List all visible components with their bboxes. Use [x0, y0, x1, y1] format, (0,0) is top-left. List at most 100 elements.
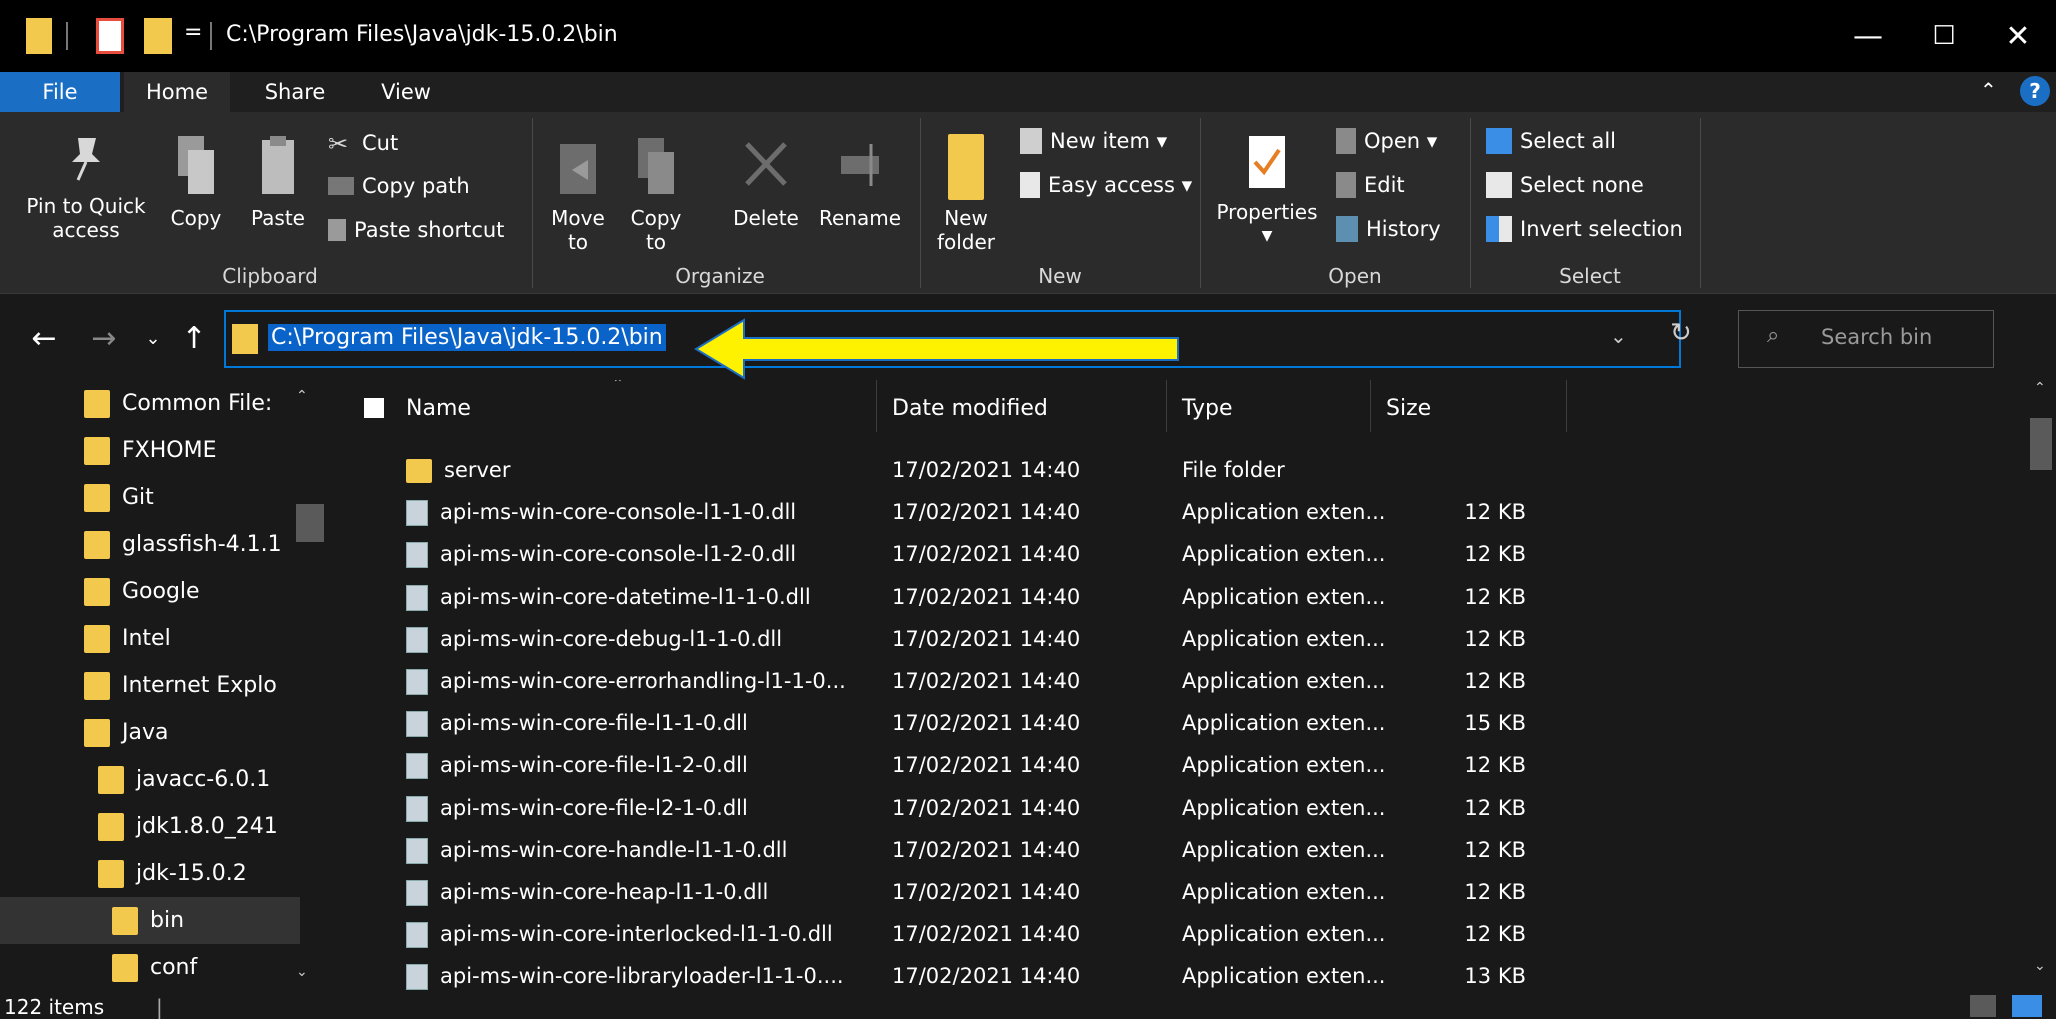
column-header-size[interactable]: Size [1386, 380, 1431, 436]
scroll-down-icon[interactable]: ⌄ [2034, 958, 2046, 974]
paste-shortcut-button[interactable]: Paste shortcut [328, 218, 504, 242]
group-separator [1700, 118, 1701, 288]
collapse-ribbon-icon[interactable]: ⌃ [1980, 78, 1997, 102]
nav-item-glassfish-4-1-1[interactable]: glassfish-4.1.1 [0, 521, 300, 568]
select-none-button[interactable]: Select none [1486, 172, 1644, 198]
new-folder-button[interactable]: New folder [926, 134, 1006, 254]
help-icon[interactable]: ? [2020, 76, 2050, 106]
table-row[interactable]: api-ms-win-core-datetime-l1-1-0.dll 17/02… [330, 577, 2026, 619]
nav-item-conf[interactable]: conf [0, 944, 300, 991]
nav-item-java[interactable]: Java [0, 709, 300, 756]
file-date: 17/02/2021 14:40 [892, 795, 1081, 820]
forward-icon[interactable]: → [84, 318, 124, 358]
pin-to-quick-access-button[interactable]: Pin to Quick access [16, 134, 156, 242]
column-separator[interactable] [1166, 380, 1167, 432]
invert-selection-button[interactable]: Invert selection [1486, 216, 1683, 242]
file-type: Application exten... [1182, 922, 1386, 947]
file-type: Application exten... [1182, 753, 1386, 778]
column-separator[interactable] [1566, 380, 1567, 432]
search-input[interactable]: ⌕ Search bin [1738, 310, 1994, 368]
properties-button[interactable]: Properties ▼ [1212, 134, 1322, 248]
tab-share[interactable]: Share [240, 72, 350, 112]
folder-icon [84, 577, 110, 606]
table-row[interactable]: api-ms-win-core-console-l1-2-0.dll 17/02/… [330, 534, 2026, 576]
large-icons-view-icon[interactable] [2012, 995, 2042, 1017]
tab-home[interactable]: Home [124, 72, 230, 112]
nav-tree: Common File: FXHOME Git glassfish-4.1.1 Goog… [0, 380, 300, 991]
scroll-up-icon[interactable]: ⌃ [2034, 380, 2046, 396]
copy-path-button[interactable]: Copy path [328, 174, 470, 198]
copy-to-button[interactable]: Copy to [626, 134, 686, 254]
new-item-button[interactable]: New item ▾ [1020, 128, 1167, 154]
column-header-name[interactable]: Name [406, 380, 471, 436]
maximize-button[interactable]: ☐ [1908, 10, 1980, 62]
move-to-button[interactable]: Move to [548, 134, 608, 254]
table-row[interactable]: api-ms-win-core-debug-l1-1-0.dll 17/02/20… [330, 619, 2026, 661]
qat-dropdown-icon[interactable]: = [184, 20, 202, 45]
file-name-cell: api-ms-win-core-debug-l1-1-0.dll [406, 626, 782, 653]
select-all-checkbox[interactable] [364, 398, 384, 418]
close-button[interactable]: ✕ [1982, 10, 2054, 62]
table-row[interactable]: api-ms-win-core-libraryloader-l1-1-0....… [330, 956, 2026, 995]
open-button[interactable]: Open ▾ [1336, 128, 1437, 154]
select-all-button[interactable]: Select all [1486, 128, 1616, 154]
table-row[interactable]: api-ms-win-core-file-l2-1-0.dll 17/02/202… [330, 788, 2026, 830]
copy-button[interactable]: Copy [164, 134, 228, 230]
new-folder-quick-icon[interactable] [144, 18, 172, 54]
address-dropdown-icon[interactable]: ⌄ [1610, 324, 1627, 348]
easy-access-button[interactable]: Easy access ▾ [1020, 172, 1192, 198]
nav-item-bin[interactable]: bin [0, 897, 300, 944]
up-icon[interactable]: ↑ [174, 318, 214, 358]
nav-scrollbar-thumb[interactable] [296, 504, 324, 542]
table-row[interactable]: api-ms-win-core-heap-l1-1-0.dll 17/02/202… [330, 872, 2026, 914]
scrollbar-thumb[interactable] [2030, 418, 2052, 470]
minimize-button[interactable]: — [1832, 10, 1904, 62]
table-row[interactable]: api-ms-win-core-file-l1-1-0.dll 17/02/202… [330, 703, 2026, 745]
details-view-icon[interactable] [1970, 995, 1996, 1017]
file-size: 12 KB [1464, 500, 1526, 525]
file-size: 12 KB [1464, 542, 1526, 567]
column-header-type[interactable]: Type [1182, 380, 1233, 436]
table-row[interactable]: api-ms-win-core-file-l1-2-0.dll 17/02/202… [330, 745, 2026, 787]
nav-scroll-up-icon[interactable]: ⌃ [296, 388, 308, 404]
paste-button[interactable]: Paste [240, 134, 316, 230]
nav-item-internet-explo[interactable]: Internet Explo [0, 662, 300, 709]
recent-locations-icon[interactable]: ⌄ [138, 318, 168, 358]
nav-item-google[interactable]: Google [0, 568, 300, 615]
file-size: 12 KB [1464, 880, 1526, 904]
nav-item-common-file-[interactable]: Common File: [0, 380, 300, 427]
rename-button[interactable]: Rename [812, 134, 908, 230]
file-name: api-ms-win-core-file-l1-2-0.dll [440, 753, 748, 778]
table-row[interactable]: api-ms-win-core-console-l1-1-0.dll 17/02/… [330, 492, 2026, 534]
table-row[interactable]: api-ms-win-core-interlocked-l1-1-0.dll 17… [330, 914, 2026, 956]
address-path[interactable]: C:\Program Files\Java\jdk-15.0.2\bin [268, 324, 666, 351]
delete-button[interactable]: Delete [728, 134, 804, 230]
column-separator[interactable] [1370, 380, 1371, 432]
new-group-label: New [1038, 264, 1082, 288]
table-row[interactable]: server 17/02/2021 14:40 File folder [330, 450, 2026, 492]
nav-item-fxhome[interactable]: FXHOME [0, 427, 300, 474]
column-header-date[interactable]: Date modified [892, 380, 1048, 436]
nav-item-git[interactable]: Git [0, 474, 300, 521]
nav-scroll-down-icon[interactable]: ⌄ [296, 964, 308, 980]
folder-icon [98, 812, 124, 841]
history-button[interactable]: History [1336, 216, 1441, 242]
properties-quick-icon[interactable] [96, 18, 124, 54]
nav-item-jdk1-8-0-241[interactable]: jdk1.8.0_241 [0, 803, 300, 850]
folder-icon[interactable] [26, 18, 52, 54]
edit-button[interactable]: Edit [1336, 172, 1405, 198]
column-separator[interactable] [876, 380, 877, 432]
tab-view[interactable]: View [356, 72, 456, 112]
tab-file[interactable]: File [0, 72, 120, 112]
table-row[interactable]: api-ms-win-core-errorhandling-l1-1-0... 1… [330, 661, 2026, 703]
folder-icon [112, 953, 138, 982]
table-row[interactable]: api-ms-win-core-handle-l1-1-0.dll 17/02/2… [330, 830, 2026, 872]
nav-item-javacc-6-0-1[interactable]: javacc-6.0.1 [0, 756, 300, 803]
refresh-icon[interactable]: ↻ [1670, 318, 1692, 348]
nav-item-intel[interactable]: Intel [0, 615, 300, 662]
back-icon[interactable]: ← [24, 318, 64, 358]
file-list-scrollbar[interactable]: ⌃ ⌄ [2026, 380, 2056, 995]
cut-button[interactable]: ✂ Cut [328, 130, 398, 158]
nav-item-jdk-15-0-2[interactable]: jdk-15.0.2 [0, 850, 300, 897]
nav-item-label: conf [150, 955, 198, 980]
